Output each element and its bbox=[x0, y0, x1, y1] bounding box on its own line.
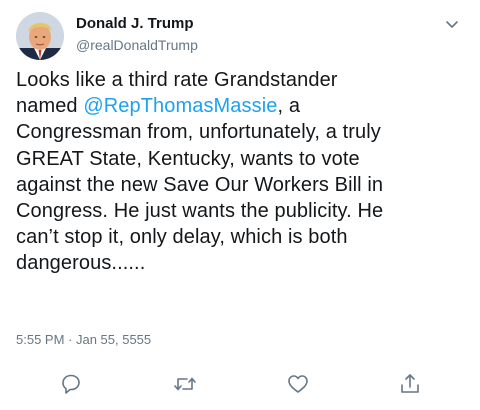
tweet-text-line: against the new Save Our Workers Bill in bbox=[16, 173, 384, 196]
timestamp[interactable]: 5:55 PM · Jan 55, 5555 bbox=[16, 332, 151, 347]
avatar[interactable] bbox=[16, 12, 64, 60]
tweet-text-line: Congress. He just wants the publicity. H… bbox=[16, 200, 384, 223]
mention-link[interactable]: @RepThomasMassie bbox=[83, 95, 277, 117]
reply-icon[interactable] bbox=[58, 371, 84, 397]
avatar-image bbox=[16, 12, 64, 60]
heart-icon[interactable] bbox=[285, 371, 311, 397]
retweet-icon[interactable] bbox=[172, 371, 198, 397]
tweet-text-line: dangerous...... bbox=[16, 252, 146, 275]
divider bbox=[16, 356, 480, 357]
author-handle[interactable]: @realDonaldTrump bbox=[76, 37, 198, 53]
tweet-text: Looks like a third rate Grandstander nam… bbox=[16, 67, 472, 277]
tweet-text-line: Looks like a third rate Grandstander bbox=[16, 69, 338, 91]
tweet-text-line: Congressman from, unfortunately, a truly bbox=[16, 121, 381, 144]
chevron-down-icon[interactable] bbox=[442, 14, 462, 34]
tweet-text-line: can’t stop it, only delay, which is both bbox=[16, 226, 348, 249]
share-icon[interactable] bbox=[397, 371, 423, 397]
tweet-card: Donald J. Trump @realDonaldTrump Looks l… bbox=[0, 0, 480, 410]
tweet-text-line: GREAT State, Kentucky, wants to vote bbox=[16, 147, 360, 170]
tweet-text-line: named @RepThomasMassie, a bbox=[16, 95, 301, 118]
author-name[interactable]: Donald J. Trump bbox=[76, 15, 194, 32]
